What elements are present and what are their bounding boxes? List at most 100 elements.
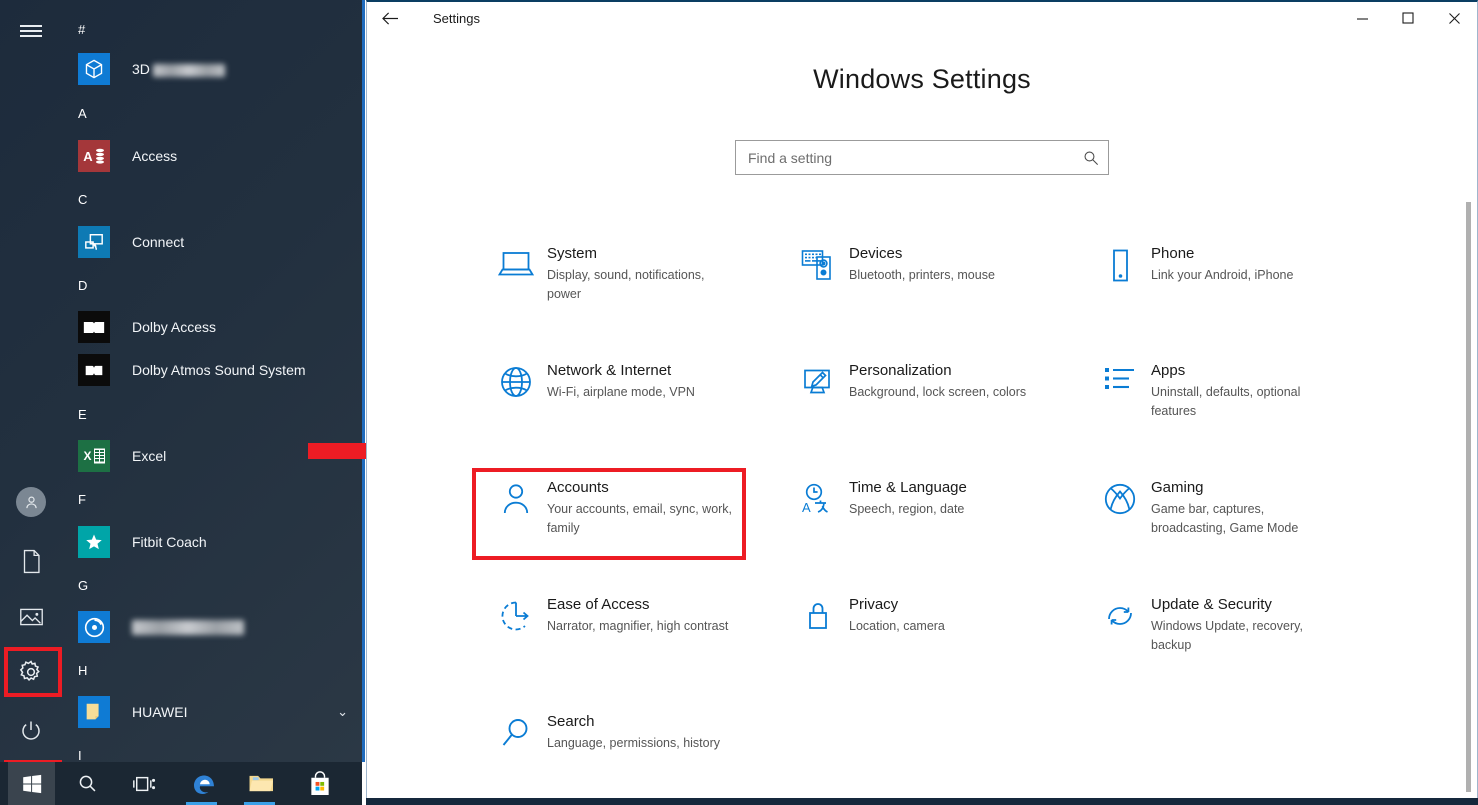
maximize-button[interactable] (1385, 2, 1431, 34)
settings-tile-row: Search Language, permissions, history (485, 706, 1445, 805)
power-icon[interactable] (10, 710, 52, 752)
hamburger-menu-icon[interactable] (10, 10, 52, 52)
lock-icon (787, 595, 849, 706)
start-menu-app-list[interactable]: # 3D A A Access C Connect D Dolby Access… (62, 0, 362, 762)
settings-tile-personalization[interactable]: Personalization Background, lock screen,… (787, 355, 1089, 472)
list-item[interactable]: A Access (70, 135, 360, 177)
settings-tile-devices[interactable]: Devices Bluetooth, printers, mouse (787, 238, 1089, 355)
list-item-label: HUAWEI (132, 704, 188, 720)
tile-title: Apps (1151, 362, 1186, 379)
tile-subtitle: Background, lock screen, colors (849, 385, 1027, 399)
ease-of-access-icon (485, 595, 547, 706)
clock-language-icon: A (787, 478, 849, 589)
section-letter: H (78, 663, 88, 678)
tile-title: Network & Internet (547, 362, 672, 379)
section-letter: I (78, 748, 82, 762)
phone-icon (1089, 244, 1151, 355)
documents-icon[interactable] (10, 540, 52, 582)
list-item-label: Dolby Access (132, 319, 217, 335)
groove-music-icon (78, 611, 110, 643)
refresh-sync-icon (1089, 595, 1151, 706)
section-letter: E (78, 407, 87, 422)
tile-subtitle: Bluetooth, printers, mouse (849, 268, 995, 282)
tile-title: Devices (849, 245, 903, 262)
list-item[interactable]: Fitbit Coach (70, 521, 360, 563)
tile-subtitle: Narrator, magnifier, high contrast (547, 619, 729, 633)
tile-title: Time & Language (849, 479, 967, 496)
tile-subtitle: Location, camera (849, 619, 945, 633)
settings-tile-row: Network & Internet Wi-Fi, airplane mode,… (485, 355, 1445, 472)
settings-tile-grid: System Display, sound, notifications, po… (485, 238, 1445, 805)
section-letter: D (78, 278, 88, 293)
excel-icon: X (78, 440, 110, 472)
taskbar-microsoft-store-button[interactable] (296, 762, 343, 805)
section-letter: C (78, 192, 88, 207)
list-item[interactable]: 3D (70, 48, 360, 90)
pictures-icon[interactable] (10, 596, 52, 638)
settings-tile-ease-of-access[interactable]: Ease of Access Narrator, magnifier, high… (485, 589, 787, 706)
settings-tile-row: Accounts Your accounts, email, sync, wor… (485, 472, 1445, 589)
user-avatar[interactable] (10, 481, 52, 523)
tile-title: Phone (1151, 245, 1195, 262)
tile-subtitle: Speech, region, date (849, 502, 965, 516)
settings-tile-row: System Display, sound, notifications, po… (485, 238, 1445, 355)
app-list-icon (1089, 361, 1151, 472)
tile-subtitle: Game bar, captures, broadcasting, Game M… (1151, 502, 1299, 535)
settings-tile-time-language[interactable]: A Time & Language Speech, region, date (787, 472, 1089, 589)
search-box[interactable] (735, 140, 1109, 175)
folder-icon (78, 696, 110, 728)
globe-icon (485, 361, 547, 472)
list-item[interactable]: Connect (70, 221, 360, 263)
back-button[interactable] (367, 2, 413, 34)
settings-title-bar: Settings (367, 2, 1477, 34)
svg-text:A: A (802, 500, 811, 515)
connect-cast-icon (78, 226, 110, 258)
sidebar-item-settings[interactable] (10, 651, 52, 693)
list-item[interactable]: HUAWEI ⌄ (70, 691, 360, 733)
settings-tile-gaming[interactable]: Gaming Game bar, captures, broadcasting,… (1089, 472, 1391, 589)
search-input[interactable] (736, 149, 1074, 166)
window-controls (1339, 2, 1477, 34)
list-item[interactable] (70, 606, 360, 648)
section-letter: G (78, 578, 89, 593)
vertical-scrollbar[interactable] (1466, 202, 1471, 792)
list-item-label: Dolby Atmos Sound System (132, 362, 306, 378)
taskbar-file-explorer-button[interactable] (238, 762, 285, 805)
list-item[interactable]: Dolby Atmos Sound System (70, 349, 360, 391)
settings-tile-update-security[interactable]: Update & Security Windows Update, recove… (1089, 589, 1391, 706)
start-menu: # 3D A A Access C Connect D Dolby Access… (0, 0, 362, 762)
settings-tile-search[interactable]: Search Language, permissions, history (485, 706, 787, 805)
section-letter: F (78, 492, 86, 507)
xbox-icon (1089, 478, 1151, 589)
taskbar-start-button[interactable] (8, 762, 55, 805)
taskbar-edge-button[interactable] (180, 762, 227, 805)
list-item-label: Excel (132, 448, 167, 464)
taskbar-task-view-button[interactable] (120, 762, 167, 805)
chevron-down-icon[interactable]: ⌄ (337, 704, 348, 720)
close-button[interactable] (1431, 2, 1477, 34)
avatar-circle (16, 487, 46, 517)
person-icon (485, 478, 547, 589)
taskbar (0, 762, 362, 805)
settings-tile-accounts[interactable]: Accounts Your accounts, email, sync, wor… (485, 472, 787, 589)
start-menu-accent-edge (362, 0, 365, 762)
access-icon: A (78, 140, 110, 172)
tile-subtitle: Language, permissions, history (547, 736, 721, 750)
list-item[interactable]: Dolby Access (70, 306, 360, 348)
list-item-label: 3D (132, 61, 225, 77)
settings-tile-system[interactable]: System Display, sound, notifications, po… (485, 238, 787, 355)
settings-tile-phone[interactable]: Phone Link your Android, iPhone (1089, 238, 1391, 355)
settings-tile-apps[interactable]: Apps Uninstall, defaults, optional featu… (1089, 355, 1391, 472)
settings-window: Settings Windows Settings Find a setting… (366, 0, 1478, 805)
window-title: Settings (433, 10, 480, 26)
settings-tile-network-internet[interactable]: Network & Internet Wi-Fi, airplane mode,… (485, 355, 787, 472)
dolby-icon (78, 311, 110, 343)
tile-title: Ease of Access (547, 596, 650, 613)
taskbar-search-button[interactable] (64, 762, 111, 805)
minimize-button[interactable] (1339, 2, 1385, 34)
settings-tile-privacy[interactable]: Privacy Location, camera (787, 589, 1089, 706)
tile-subtitle: Display, sound, notifications, power (547, 268, 705, 301)
search-icon[interactable] (1074, 150, 1108, 166)
list-item-label: Fitbit Coach (132, 534, 207, 550)
tile-subtitle: Uninstall, defaults, optional features (1151, 385, 1301, 418)
